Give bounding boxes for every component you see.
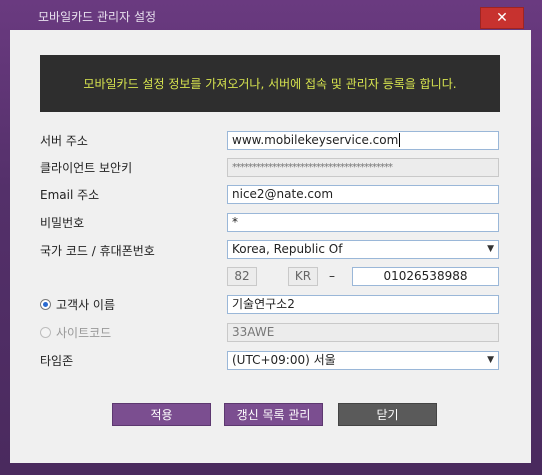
country-abbr-box: KR — [288, 267, 318, 286]
phone-separator: – — [329, 269, 335, 283]
chevron-down-icon: ▼ — [487, 244, 494, 254]
site-code-label: 사이트코드 — [56, 326, 112, 340]
country-code-box: 82 — [227, 267, 257, 286]
timezone-value: (UTC+09:00) 서울 — [232, 353, 336, 367]
carrier-name-value: 기술연구소2 — [232, 297, 295, 311]
email-input[interactable]: nice2@nate.com — [227, 185, 499, 204]
chevron-down-icon: ▼ — [487, 355, 494, 365]
text-cursor — [399, 133, 401, 147]
site-code-input[interactable]: 33AWE — [227, 323, 499, 342]
server-address-input[interactable]: www.mobilekeyservice.com — [227, 131, 499, 150]
close-button-label: 닫기 — [376, 408, 399, 422]
info-banner: 모바일카드 설정 정보를 가져오거나, 서버에 접속 및 관리자 등록을 합니다… — [40, 55, 500, 112]
close-icon: ✕ — [496, 10, 508, 26]
country-value: Korea, Republic Of — [232, 242, 343, 256]
email-label: Email 주소 — [40, 188, 100, 202]
window-title: 모바일카드 관리자 설정 — [38, 10, 157, 24]
phone-value: 01026538988 — [383, 269, 468, 283]
password-value: * — [232, 215, 238, 229]
dialog-body: 모바일카드 설정 정보를 가져오거나, 서버에 접속 및 관리자 등록을 합니다… — [10, 30, 531, 463]
country-label: 국가 코드 / 휴대폰번호 — [40, 244, 155, 258]
country-code-value: 82 — [234, 269, 250, 283]
renew-list-button-label: 갱신 목록 관리 — [236, 408, 311, 422]
close-button[interactable]: 닫기 — [338, 403, 437, 426]
title-bar: 모바일카드 관리자 설정 ✕ — [0, 0, 542, 30]
email-value: nice2@nate.com — [232, 187, 334, 201]
site-code-value: 33AWE — [232, 325, 275, 339]
banner-text: 모바일카드 설정 정보를 가져오거나, 서버에 접속 및 관리자 등록을 합니다… — [83, 77, 457, 91]
close-window-button[interactable]: ✕ — [480, 7, 524, 29]
site-code-radio[interactable] — [40, 327, 51, 338]
server-address-label: 서버 주소 — [40, 134, 88, 148]
phone-input[interactable]: 01026538988 — [352, 267, 499, 286]
password-input[interactable]: * — [227, 213, 499, 232]
apply-button-label: 적용 — [150, 408, 173, 422]
country-abbr-value: KR — [294, 269, 312, 283]
server-address-value: www.mobilekeyservice.com — [232, 133, 399, 147]
carrier-name-input[interactable]: 기술연구소2 — [227, 295, 499, 314]
client-key-input[interactable]: **************************************** — [227, 158, 499, 177]
client-key-value: **************************************** — [232, 162, 393, 173]
timezone-label: 타임존 — [40, 354, 74, 368]
settings-window: 모바일카드 관리자 설정 ✕ 모바일카드 설정 정보를 가져오거나, 서버에 접… — [0, 0, 542, 475]
password-label: 비밀번호 — [40, 216, 85, 230]
country-select[interactable]: Korea, Republic Of ▼ — [227, 240, 499, 259]
timezone-select[interactable]: (UTC+09:00) 서울 ▼ — [227, 351, 499, 370]
carrier-name-radio[interactable] — [40, 299, 51, 310]
client-key-label: 클라이언트 보안키 — [40, 161, 133, 175]
apply-button[interactable]: 적용 — [112, 403, 211, 426]
renew-list-button[interactable]: 갱신 목록 관리 — [224, 403, 323, 426]
carrier-name-label: 고객사 이름 — [56, 298, 116, 312]
